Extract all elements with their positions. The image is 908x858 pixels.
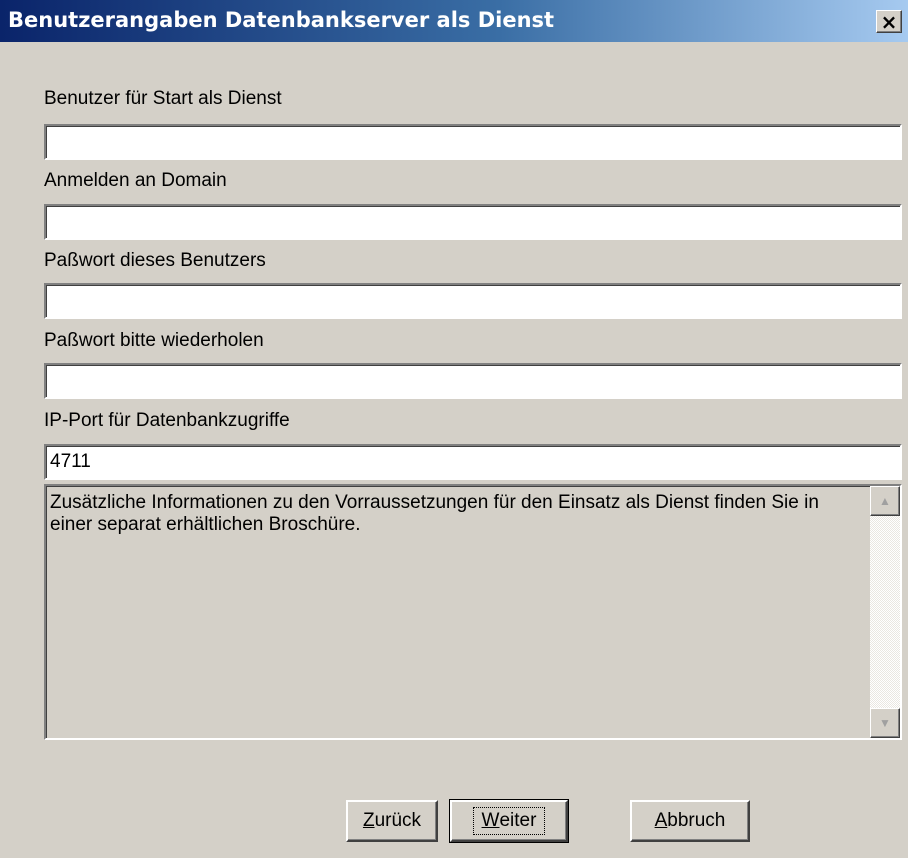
info-scrollbar[interactable]: ▲ ▼ (870, 486, 900, 738)
password-input[interactable] (44, 283, 902, 319)
port-label: IP-Port für Datenbankzugriffe (44, 410, 290, 431)
password-label: Paßwort dieses Benutzers (44, 250, 266, 271)
arrow-up-icon: ▲ (879, 494, 891, 508)
next-button[interactable]: Weiter (449, 799, 569, 843)
user-label: Benutzer für Start als Dienst (44, 88, 282, 109)
cancel-label-rest: bbruch (667, 810, 726, 831)
next-label-rest: eiter (499, 810, 537, 831)
cancel-mnemonic: A (654, 810, 668, 831)
password-repeat-label: Paßwort bitte wiederholen (44, 330, 264, 351)
domain-label: Anmelden an Domain (44, 170, 227, 191)
password-repeat-input[interactable] (44, 363, 902, 399)
domain-input[interactable] (44, 204, 902, 240)
scroll-up-button[interactable]: ▲ (870, 486, 900, 516)
window-title: Benutzerangaben Datenbankserver als Dien… (8, 8, 555, 32)
next-button-label: Weiter (472, 807, 546, 835)
info-textbox[interactable]: Zusätzliche Informationen zu den Vorraus… (44, 484, 902, 740)
back-button[interactable]: Zurück (346, 800, 438, 842)
port-input[interactable] (44, 444, 902, 480)
title-bar: Benutzerangaben Datenbankserver als Dien… (0, 0, 908, 42)
close-button[interactable]: × (876, 10, 902, 33)
user-input[interactable] (44, 124, 902, 160)
back-mnemonic: Z (362, 810, 375, 831)
info-text: Zusätzliche Informationen zu den Vorraus… (50, 492, 819, 535)
back-label-rest: urück (374, 810, 422, 831)
scroll-down-button[interactable]: ▼ (870, 708, 900, 738)
arrow-down-icon: ▼ (879, 716, 891, 730)
cancel-button-label: Abbruch (655, 810, 726, 832)
close-icon: × (880, 9, 898, 34)
back-button-label: Zurück (363, 810, 421, 832)
next-mnemonic: W (481, 810, 500, 831)
cancel-button[interactable]: Abbruch (630, 800, 750, 842)
